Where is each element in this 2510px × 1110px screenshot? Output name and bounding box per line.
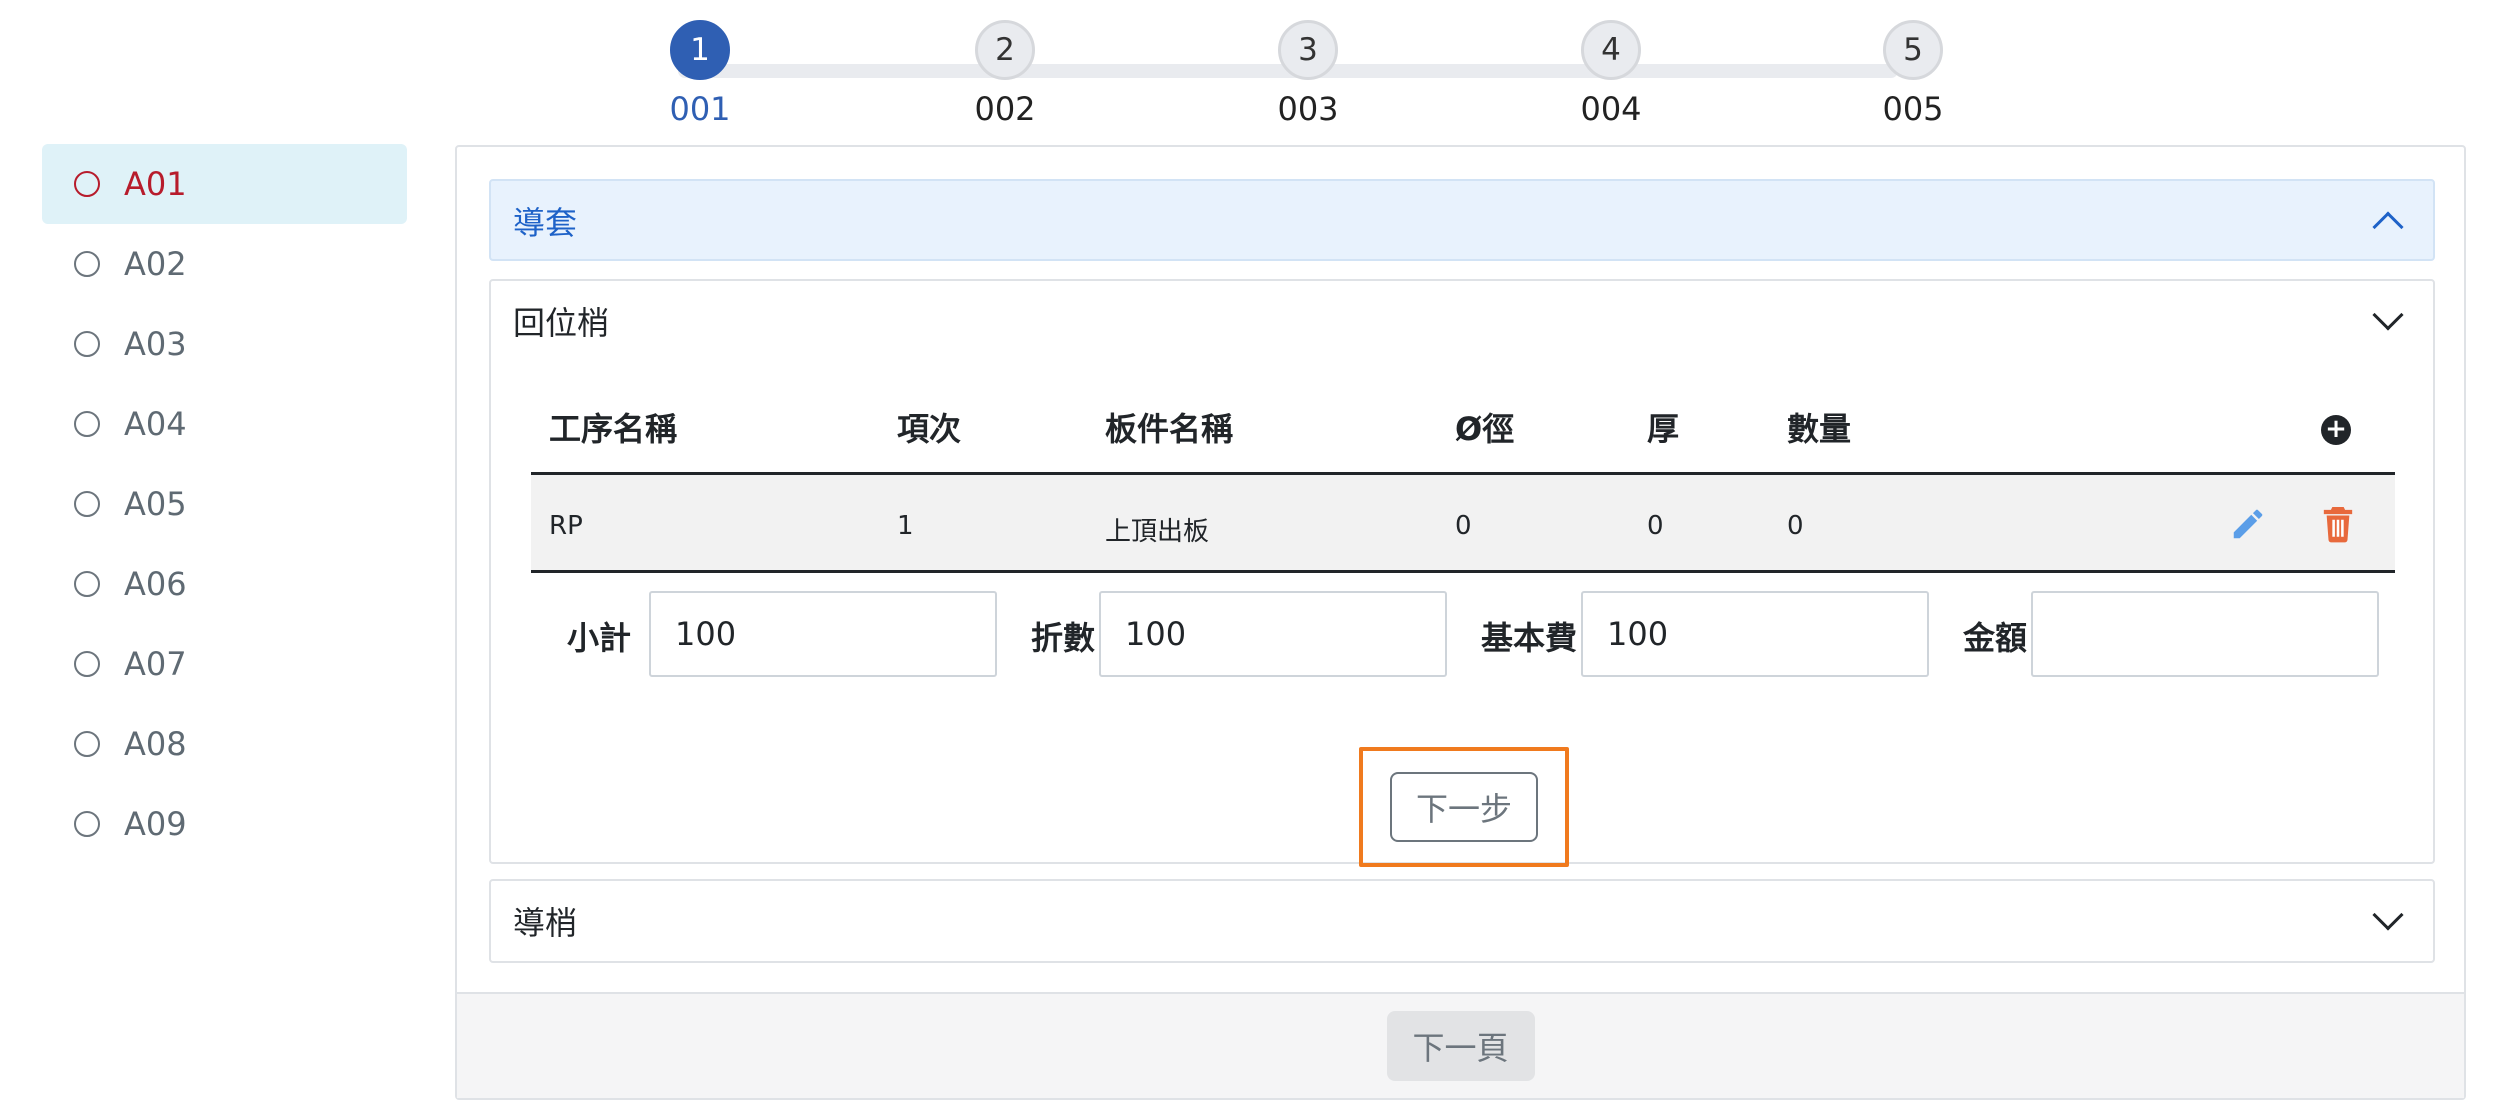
radio-icon: [74, 731, 100, 757]
card-footer: 下一頁: [457, 992, 2464, 1098]
sidebar-item-label: A06: [124, 565, 187, 603]
table-row: RP 1 上頂出板 0 0 0: [531, 475, 2395, 573]
panel-guide-pin: 導梢: [489, 879, 2435, 963]
subtotal-label: 小計: [567, 619, 632, 657]
column-header: 數量: [1787, 409, 1852, 448]
panel-title: 導梢: [513, 904, 578, 942]
step-number: 3: [1278, 20, 1338, 80]
step-3[interactable]: 3 003: [1248, 20, 1368, 128]
cell-quantity: 0: [1787, 511, 1804, 541]
step-2[interactable]: 2 002: [945, 20, 1065, 128]
step-label: 002: [974, 90, 1036, 128]
radio-icon: [74, 171, 100, 197]
cell-plate-name: 上頂出板: [1105, 517, 1210, 547]
step-5[interactable]: 5 005: [1853, 20, 1973, 128]
subtotal-input[interactable]: [649, 591, 997, 677]
step-1[interactable]: 1 001: [640, 20, 760, 128]
radio-icon: [74, 811, 100, 837]
step-number: 2: [975, 20, 1035, 80]
step-number: 4: [1581, 20, 1641, 80]
panel-title: 導套: [513, 204, 578, 242]
main-card: 導套 回位梢 工序名稱 項次 板件名稱 Ø徑 厚 數量 + RP 1 上頂出板: [455, 145, 2466, 1100]
sidebar-item-label: A08: [124, 725, 187, 763]
sidebar-item-a09[interactable]: A09: [42, 784, 407, 864]
column-header: 工序名稱: [549, 409, 678, 448]
sidebar-item-a02[interactable]: A02: [42, 224, 407, 304]
next-step-button[interactable]: 下一步: [1390, 772, 1538, 842]
step-number: 1: [670, 20, 730, 80]
cell-process-name: RP: [549, 511, 583, 541]
radio-icon: [74, 411, 100, 437]
trash-icon[interactable]: [2321, 505, 2355, 547]
sidebar-item-a04[interactable]: A04: [42, 384, 407, 464]
radio-icon: [74, 331, 100, 357]
step-number: 5: [1883, 20, 1943, 80]
sidebar-item-label: A01: [124, 165, 187, 203]
sidebar-item-a01[interactable]: A01: [42, 144, 407, 224]
cell-diameter: 0: [1455, 511, 1472, 541]
step-label: 003: [1277, 90, 1339, 128]
sidebar-item-a06[interactable]: A06: [42, 544, 407, 624]
sidebar: A01 A02 A03 A04 A05 A06 A07 A08 A09: [42, 144, 407, 864]
next-step-highlight: 下一步: [1359, 747, 1569, 867]
column-header: Ø徑: [1455, 409, 1515, 448]
base-fee-label: 基本費: [1481, 619, 1578, 657]
stepper: 1 001 2 002 3 003 4 004 5 005: [640, 20, 1944, 140]
column-header: 項次: [897, 409, 962, 448]
sidebar-item-a08[interactable]: A08: [42, 704, 407, 784]
cell-item-no: 1: [897, 511, 914, 541]
sidebar-item-a07[interactable]: A07: [42, 624, 407, 704]
sidebar-item-a05[interactable]: A05: [42, 464, 407, 544]
chevron-down-icon[interactable]: [2372, 899, 2404, 931]
step-4[interactable]: 4 004: [1551, 20, 1671, 128]
panel-guide-sleeve: 導套: [489, 179, 2435, 261]
summary-row: 小計 折數 基本費 金額: [531, 591, 2395, 677]
pencil-icon[interactable]: [2229, 505, 2267, 547]
discount-label: 折數: [1031, 619, 1096, 657]
radio-icon: [74, 651, 100, 677]
table-header: 工序名稱 項次 板件名稱 Ø徑 厚 數量 +: [531, 381, 2395, 475]
step-label: 001: [669, 90, 731, 128]
panel-guide-sleeve-header[interactable]: 導套: [491, 181, 2433, 261]
sidebar-item-label: A05: [124, 485, 187, 523]
radio-icon: [74, 571, 100, 597]
cell-thickness: 0: [1647, 511, 1664, 541]
sidebar-item-label: A07: [124, 645, 187, 683]
amount-label: 金額: [1963, 619, 2028, 657]
radio-icon: [74, 251, 100, 277]
radio-icon: [74, 491, 100, 517]
sidebar-item-label: A09: [124, 805, 187, 843]
panel-title: 回位梢: [513, 304, 610, 342]
sidebar-item-label: A03: [124, 325, 187, 363]
column-header: 厚: [1647, 409, 1680, 448]
sidebar-item-label: A02: [124, 245, 187, 283]
sidebar-item-label: A04: [124, 405, 187, 443]
step-label: 004: [1580, 90, 1642, 128]
column-header: 板件名稱: [1105, 409, 1234, 448]
base-fee-input[interactable]: [1581, 591, 1929, 677]
discount-input[interactable]: [1099, 591, 1447, 677]
panel-return-pin: 回位梢 工序名稱 項次 板件名稱 Ø徑 厚 數量 + RP 1 上頂出板 0 0…: [489, 279, 2435, 867]
panel-guide-pin-header[interactable]: 導梢: [491, 881, 2433, 961]
next-page-button[interactable]: 下一頁: [1386, 1011, 1535, 1081]
add-row-icon[interactable]: +: [2321, 415, 2351, 445]
step-label: 005: [1882, 90, 1944, 128]
process-table: 工序名稱 項次 板件名稱 Ø徑 厚 數量 + RP 1 上頂出板 0 0 0: [531, 381, 2395, 573]
panel-return-pin-header[interactable]: 回位梢: [491, 281, 2433, 361]
sidebar-item-a03[interactable]: A03: [42, 304, 407, 384]
chevron-down-icon[interactable]: [2372, 299, 2404, 331]
chevron-up-icon[interactable]: [2372, 211, 2404, 243]
amount-input[interactable]: [2031, 591, 2379, 677]
